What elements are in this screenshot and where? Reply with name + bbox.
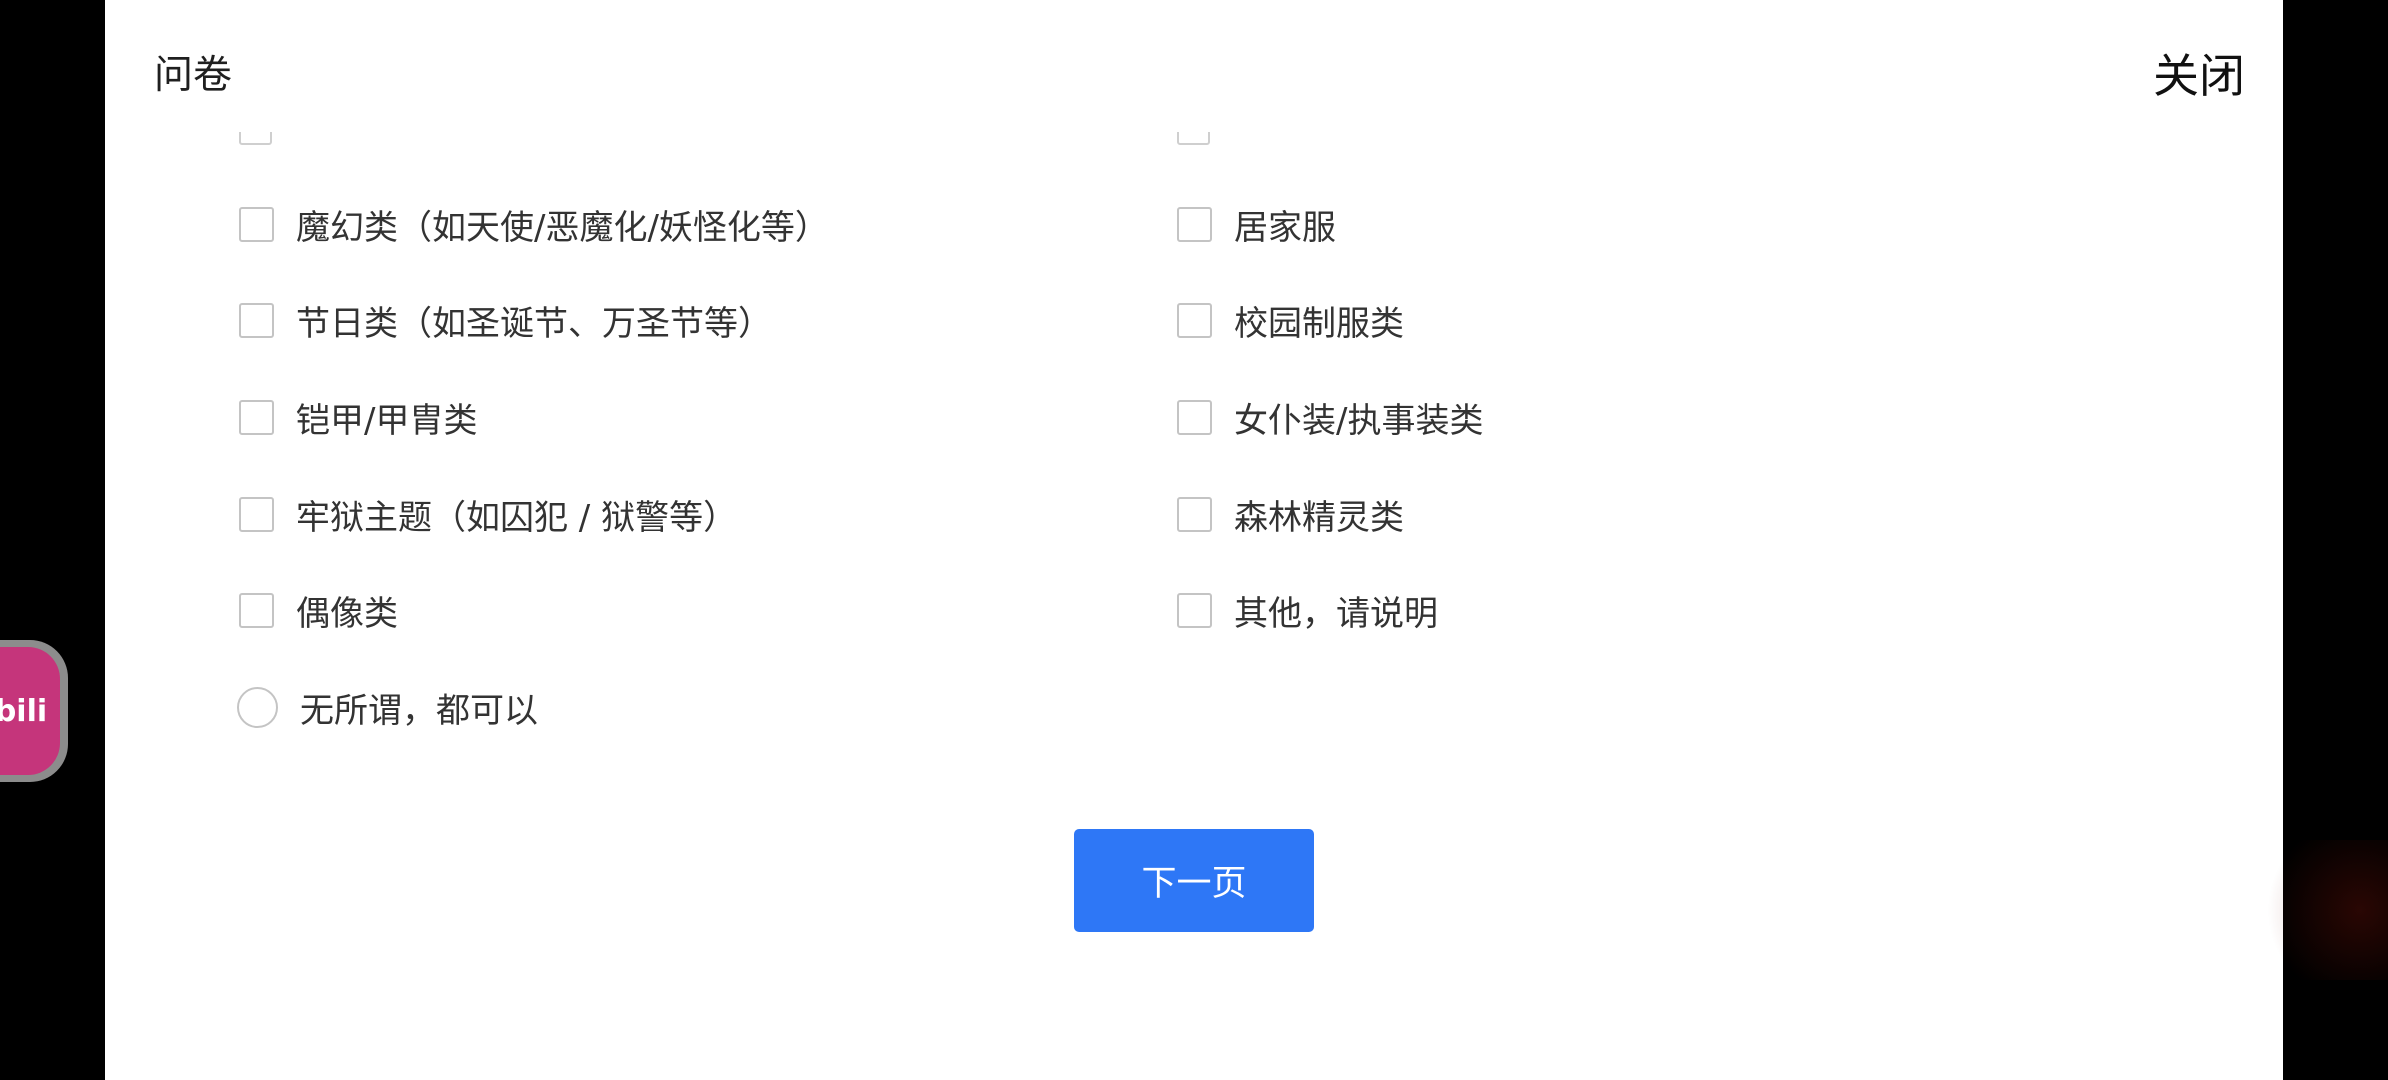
checkbox-icon[interactable] xyxy=(239,496,274,532)
checkbox-icon[interactable] xyxy=(239,206,274,242)
next-page-button[interactable]: 下一页 xyxy=(1074,829,1314,932)
page-title: 问卷 xyxy=(154,53,233,98)
checkbox-icon[interactable] xyxy=(1177,302,1212,338)
option-any[interactable]: 无所谓，都可以 xyxy=(237,684,538,731)
option-fantasy[interactable]: 魔幻类（如天使/恶魔化/妖怪化等） xyxy=(239,201,829,248)
close-button[interactable]: 关闭 xyxy=(2153,40,2245,106)
bilibili-logo-icon: bili xyxy=(0,647,60,775)
option-maid-butler[interactable]: 女仆装/执事装类 xyxy=(1177,394,1484,441)
screen: 问卷 关闭 魔幻类（如天使/恶魔化/妖怪化等） 节日类（如圣诞节、万圣节等） 铠… xyxy=(0,0,2388,1080)
checkbox-icon[interactable] xyxy=(1177,592,1212,628)
option-label: 无所谓，都可以 xyxy=(300,690,538,731)
option-label: 森林精灵类 xyxy=(1234,497,1404,538)
checkbox-icon xyxy=(1177,132,1210,145)
checkbox-icon xyxy=(239,132,272,145)
options-scroll-area[interactable]: 魔幻类（如天使/恶魔化/妖怪化等） 节日类（如圣诞节、万圣节等） 铠甲/甲胄类 … xyxy=(105,132,2283,1080)
option-label: 节日类（如圣诞节、万圣节等） xyxy=(296,303,772,344)
option-idol[interactable]: 偶像类 xyxy=(239,587,398,634)
option-forest-elf[interactable]: 森林精灵类 xyxy=(1177,491,1404,538)
option-label: 牢狱主题（如囚犯 / 狱警等） xyxy=(296,497,738,538)
checkbox-icon[interactable] xyxy=(1177,206,1212,242)
option-label: 居家服 xyxy=(1234,207,1336,248)
background-glow xyxy=(2248,840,2388,980)
checkbox-icon[interactable] xyxy=(239,592,274,628)
option-other[interactable]: 其他，请说明 xyxy=(1177,587,1438,634)
option-label: 铠甲/甲胄类 xyxy=(296,400,478,441)
bilibili-logo-text: bili xyxy=(0,693,48,729)
option-label: 偶像类 xyxy=(296,593,398,634)
radio-icon[interactable] xyxy=(237,686,278,728)
option-label: 女仆装/执事装类 xyxy=(1234,400,1484,441)
questionnaire-panel: 问卷 关闭 魔幻类（如天使/恶魔化/妖怪化等） 节日类（如圣诞节、万圣节等） 铠… xyxy=(105,0,2283,1080)
checkbox-icon[interactable] xyxy=(1177,399,1212,435)
option-label: 魔幻类（如天使/恶魔化/妖怪化等） xyxy=(296,207,829,248)
option-armor[interactable]: 铠甲/甲胄类 xyxy=(239,394,478,441)
option-holiday[interactable]: 节日类（如圣诞节、万圣节等） xyxy=(239,297,772,344)
checkbox-icon[interactable] xyxy=(239,302,274,338)
bilibili-floating-button[interactable]: bili xyxy=(0,640,68,782)
option-school-uniform[interactable]: 校园制服类 xyxy=(1177,297,1404,344)
scrolled-row-right xyxy=(1177,132,1777,145)
scrolled-row-left xyxy=(239,132,739,145)
checkbox-icon[interactable] xyxy=(1177,496,1212,532)
option-homewear[interactable]: 居家服 xyxy=(1177,201,1336,248)
option-label: 校园制服类 xyxy=(1234,303,1404,344)
option-prison[interactable]: 牢狱主题（如囚犯 / 狱警等） xyxy=(239,491,738,538)
option-label: 其他，请说明 xyxy=(1234,593,1438,634)
checkbox-icon[interactable] xyxy=(239,399,274,435)
